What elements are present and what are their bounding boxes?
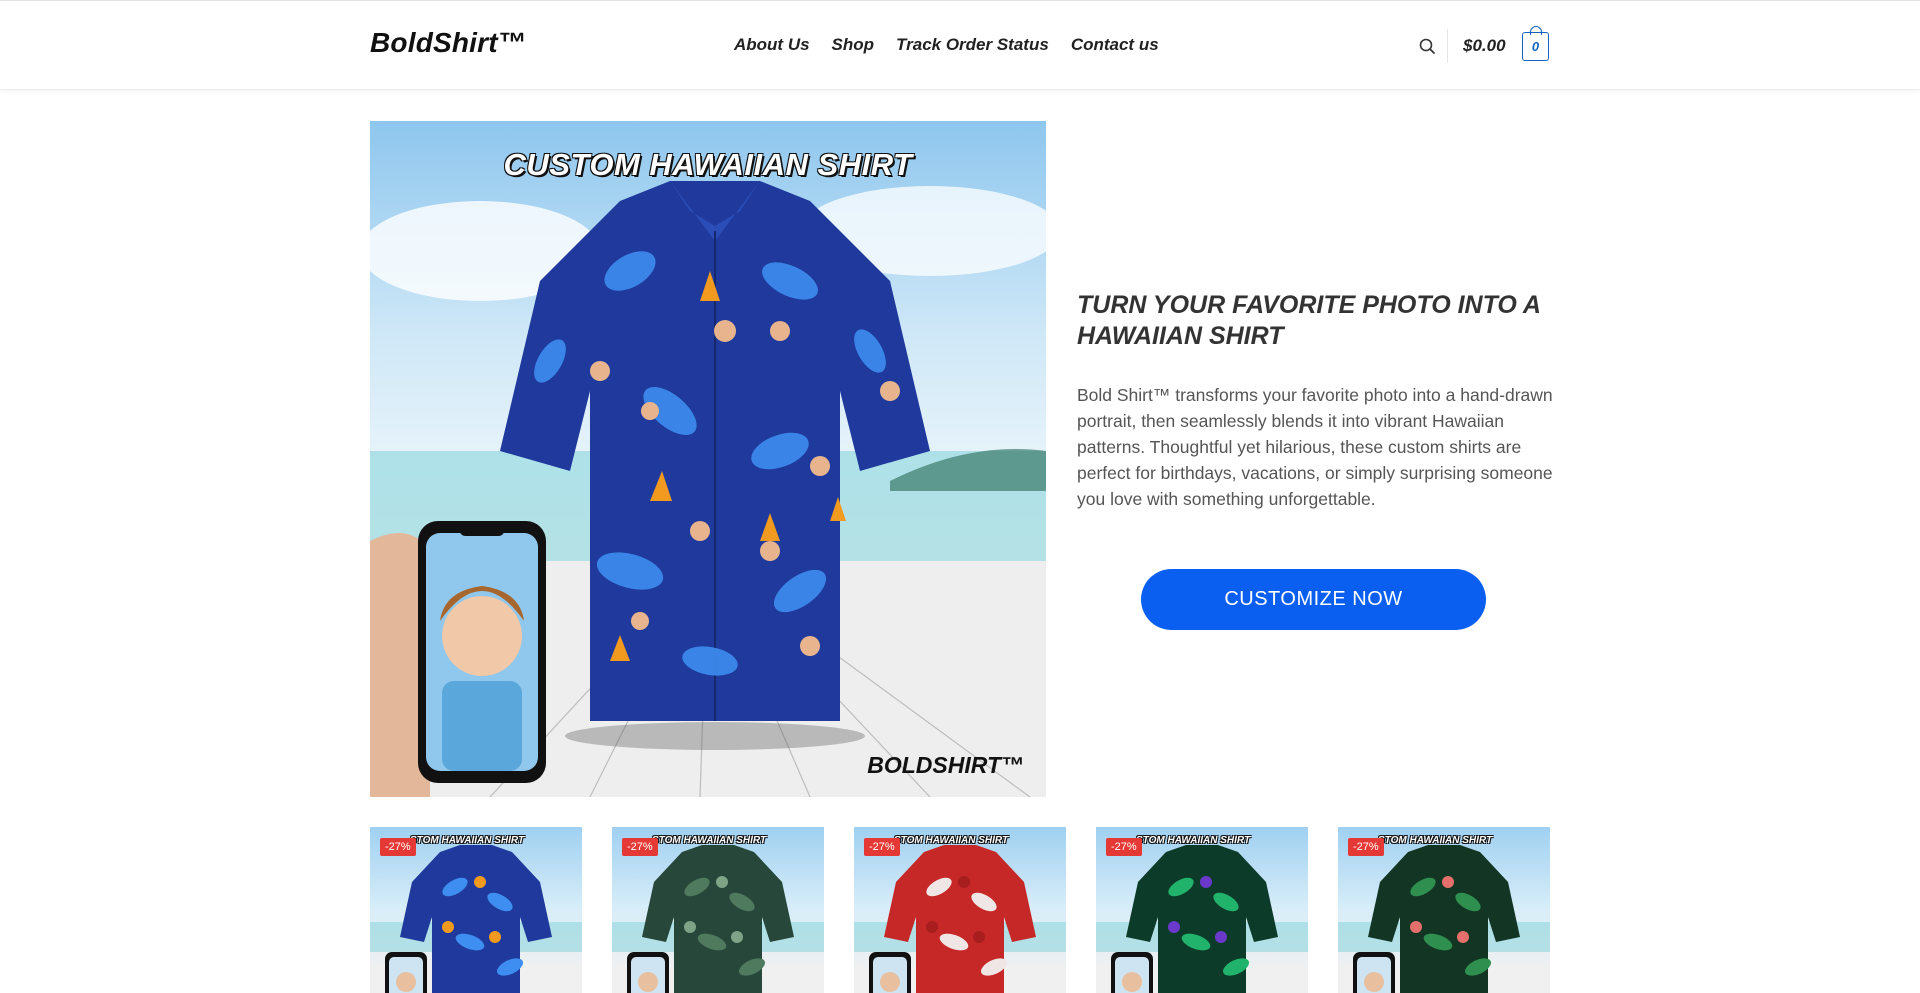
product-image-caption: STOM HAWAIIAN SHIRT: [1378, 835, 1493, 846]
product-image-caption: STOM HAWAIIAN SHIRT: [1136, 835, 1251, 846]
sale-badge: -27%: [1348, 838, 1384, 856]
main-nav: About Us Shop Track Order Status Contact…: [734, 35, 1181, 55]
nav-contact-us[interactable]: Contact us: [1071, 35, 1159, 55]
nav-track-order[interactable]: Track Order Status: [896, 35, 1049, 55]
product-card[interactable]: STOM HAWAIIAN SHIRT -27%: [612, 827, 824, 993]
hero-description: Bold Shirt™ transforms your favorite pho…: [1077, 385, 1553, 509]
nav-about-us[interactable]: About Us: [734, 35, 810, 55]
hero-image-caption: CUSTOM HAWAIIAN SHIRT: [503, 147, 913, 182]
product-card[interactable]: STOM HAWAIIAN SHIRT -27%: [854, 827, 1066, 993]
cart-count: 0: [1531, 39, 1540, 54]
hero-image: CUSTOM HAWAIIAN SHIRT BOLDSHIRT™: [370, 121, 1046, 797]
product-image-caption: STOM HAWAIIAN SHIRT: [652, 835, 767, 846]
header-divider: [1447, 29, 1448, 63]
product-card[interactable]: STOM HAWAIIAN SHIRT -27%: [1338, 827, 1550, 993]
cart-bag-icon[interactable]: 0: [1522, 26, 1549, 61]
site-header: BoldShirt™ About Us Shop Track Order Sta…: [0, 0, 1920, 90]
sale-badge: -27%: [864, 838, 900, 856]
nav-shop[interactable]: Shop: [832, 35, 875, 55]
search-icon[interactable]: [1418, 37, 1438, 57]
site-logo[interactable]: BoldShirt™: [370, 27, 526, 59]
sale-badge: -27%: [622, 838, 658, 856]
cart-total[interactable]: $0.00: [1463, 36, 1506, 56]
hero-heading: TURN YOUR FAVORITE PHOTO INTO A HAWAIIAN…: [1077, 291, 1541, 350]
product-image-caption: STOM HAWAIIAN SHIRT: [894, 835, 1009, 846]
product-image-caption: STOM HAWAIIAN SHIRT: [410, 835, 525, 846]
product-grid: STOM HAWAIIAN SHIRT -27% STOM HAWAIIAN SHI…: [370, 827, 1550, 993]
customize-now-button[interactable]: CUSTOMIZE NOW: [1141, 569, 1486, 630]
product-card[interactable]: STOM HAWAIIAN SHIRT -27%: [1096, 827, 1308, 993]
sale-badge: -27%: [380, 838, 416, 856]
product-card[interactable]: STOM HAWAIIAN SHIRT -27%: [370, 827, 582, 993]
hero-image-brand: BOLDSHIRT™: [867, 752, 1024, 778]
sale-badge: -27%: [1106, 838, 1142, 856]
